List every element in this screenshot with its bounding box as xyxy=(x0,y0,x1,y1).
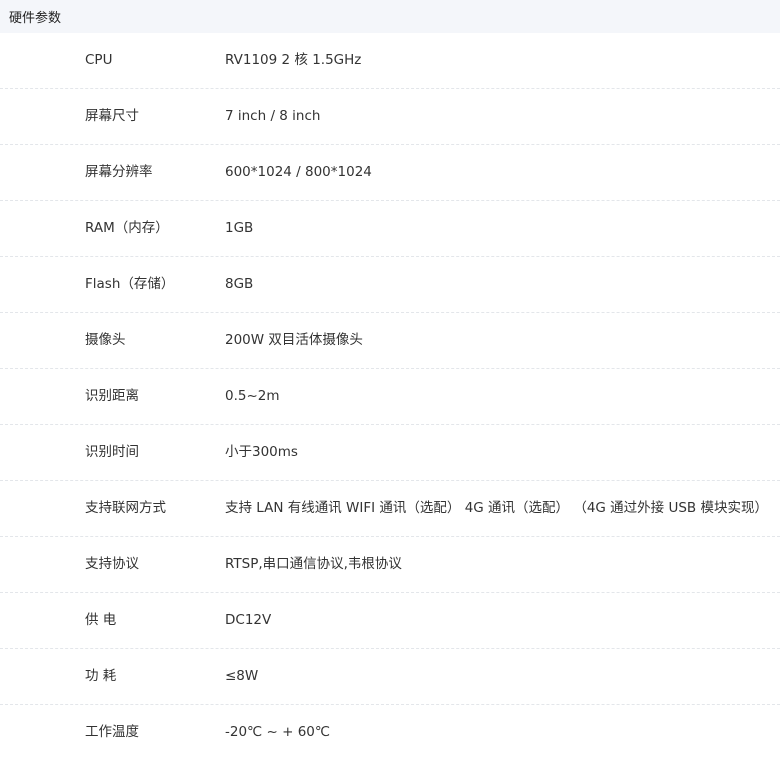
spec-label: RAM（内存） xyxy=(85,220,169,236)
spec-table: CPU RV1109 2 核 1.5GHz 屏幕尺寸 7 inch / 8 in… xyxy=(0,33,780,761)
spec-value: ≤8W xyxy=(225,668,259,684)
spec-row-recognition-distance: 识别距离 0.5~2m xyxy=(0,369,780,425)
spec-row-power-consumption: 功 耗 ≤8W xyxy=(0,649,780,705)
spec-row-operating-temperature: 工作温度 -20℃ ~ + 60℃ xyxy=(0,705,780,761)
spec-label: 功 耗 xyxy=(85,668,117,684)
spec-row-protocols: 支持协议 RTSP,串口通信协议,韦根协议 xyxy=(0,537,780,593)
spec-row-recognition-time: 识别时间 小于300ms xyxy=(0,425,780,481)
spec-value: 600*1024 / 800*1024 xyxy=(225,164,372,180)
spec-label: Flash（存储） xyxy=(85,276,175,292)
spec-label: 屏幕分辨率 xyxy=(85,164,153,180)
spec-label: 屏幕尺寸 xyxy=(85,108,139,124)
spec-value: -20℃ ~ + 60℃ xyxy=(225,724,331,740)
spec-row-power-supply: 供 电 DC12V xyxy=(0,593,780,649)
spec-label: 识别距离 xyxy=(85,388,139,404)
spec-row-network: 支持联网方式 支持 LAN 有线通讯 WIFI 通讯（选配） 4G 通讯（选配）… xyxy=(0,481,780,537)
spec-value: 8GB xyxy=(225,276,254,292)
spec-value: RV1109 2 核 1.5GHz xyxy=(225,52,362,68)
spec-value: 小于300ms xyxy=(225,444,298,460)
spec-value: 0.5~2m xyxy=(225,388,280,404)
spec-row-screen-resolution: 屏幕分辨率 600*1024 / 800*1024 xyxy=(0,145,780,201)
spec-value: 7 inch / 8 inch xyxy=(225,108,321,124)
spec-label: 摄像头 xyxy=(85,332,126,348)
spec-row-ram: RAM（内存） 1GB xyxy=(0,201,780,257)
spec-label: 工作温度 xyxy=(85,724,139,740)
spec-value: RTSP,串口通信协议,韦根协议 xyxy=(225,556,402,572)
spec-value: 200W 双目活体摄像头 xyxy=(225,332,363,348)
spec-label: 支持联网方式 xyxy=(85,500,166,516)
spec-label: 供 电 xyxy=(85,612,117,628)
section-title: 硬件参数 xyxy=(9,11,62,26)
spec-value: DC12V xyxy=(225,612,272,628)
spec-label: CPU xyxy=(85,52,113,68)
spec-value: 支持 LAN 有线通讯 WIFI 通讯（选配） 4G 通讯（选配） （4G 通过… xyxy=(225,500,768,516)
spec-row-cpu: CPU RV1109 2 核 1.5GHz xyxy=(0,33,780,89)
spec-label: 识别时间 xyxy=(85,444,139,460)
spec-row-screen-size: 屏幕尺寸 7 inch / 8 inch xyxy=(0,89,780,145)
spec-row-flash: Flash（存储） 8GB xyxy=(0,257,780,313)
spec-label: 支持协议 xyxy=(85,556,139,572)
spec-row-camera: 摄像头 200W 双目活体摄像头 xyxy=(0,313,780,369)
section-header: 硬件参数 xyxy=(0,0,780,33)
spec-value: 1GB xyxy=(225,220,254,236)
